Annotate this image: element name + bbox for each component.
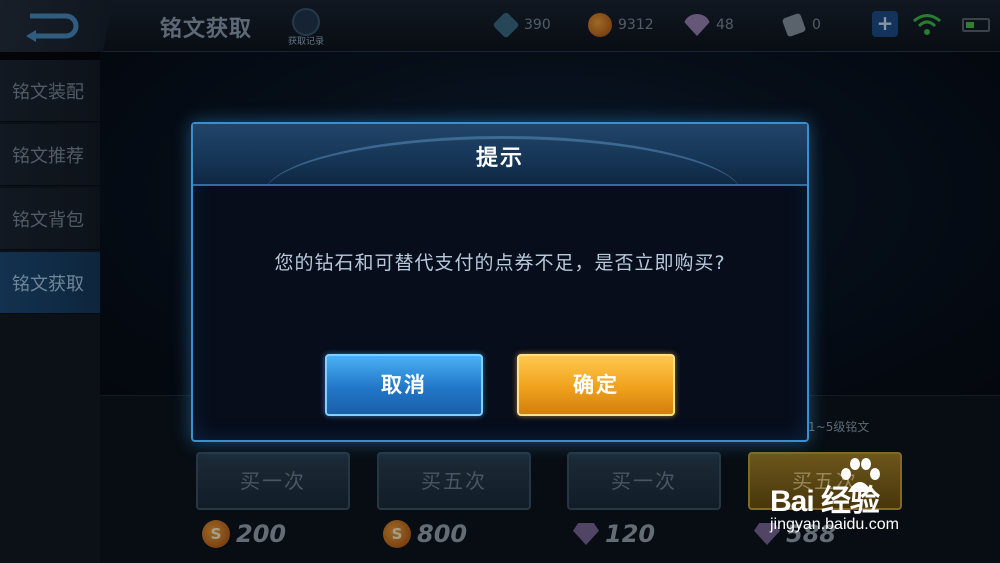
baidu-jingyan-watermark: Bai 经验 jingyan.baidu.com xyxy=(770,458,990,548)
watermark-logo: Bai 经验 xyxy=(770,485,880,518)
dialog-header: 提示 xyxy=(193,124,807,186)
prompt-dialog: 提示 您的钻石和可替代支付的点券不足，是否立即购买? 取消 确定 xyxy=(191,122,809,442)
watermark-url: jingyan.baidu.com xyxy=(770,516,899,533)
dialog-title: 提示 xyxy=(475,146,524,171)
dialog-message: 您的钻石和可替代支付的点券不足，是否立即购买? xyxy=(274,252,726,274)
confirm-button[interactable]: 确定 xyxy=(517,354,675,416)
cancel-button[interactable]: 取消 xyxy=(325,354,483,416)
